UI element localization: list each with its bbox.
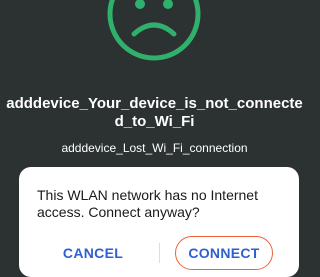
screen: adddevice_Your_device_is_not_connected_t… xyxy=(0,0,309,277)
connect-dialog: This WLAN network has no Internet access… xyxy=(19,167,299,277)
connect-button[interactable]: CONNECT xyxy=(175,236,273,270)
error-subtitle: adddevice_Lost_Wi_Fi_connection xyxy=(61,141,248,155)
dialog-actions: CANCEL CONNECT xyxy=(19,236,299,272)
sad-face-icon xyxy=(107,0,201,61)
button-divider xyxy=(159,243,160,263)
cancel-button[interactable]: CANCEL xyxy=(33,236,153,270)
error-title: adddevice_Your_device_is_not_connected_t… xyxy=(6,95,303,130)
dialog-message: This WLAN network has no Internet access… xyxy=(37,187,258,220)
